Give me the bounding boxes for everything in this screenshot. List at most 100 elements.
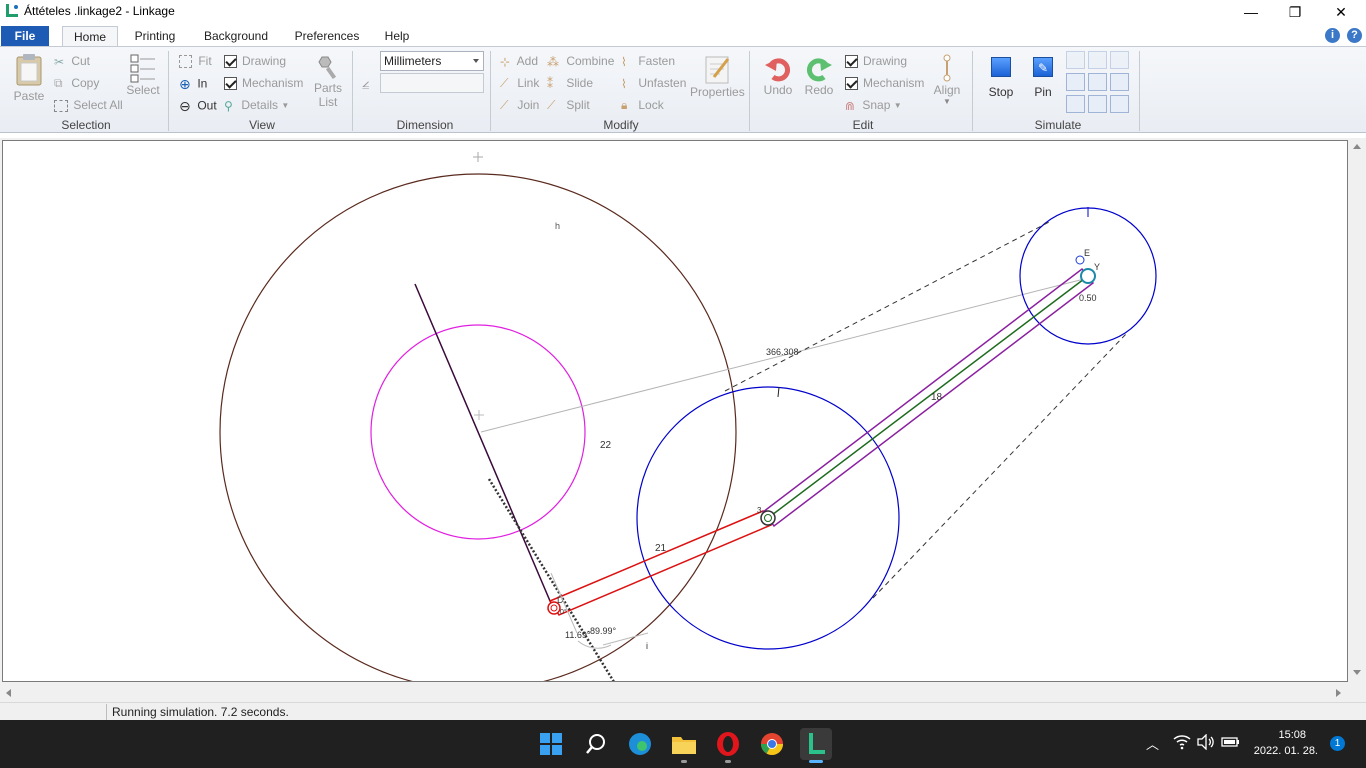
modify-group-label: Modify xyxy=(603,118,639,132)
snap-dropdown[interactable]: ⋒ Snap ▼ xyxy=(845,98,902,113)
edit-drawing-checkbox[interactable] xyxy=(845,55,858,69)
view-drawing-checkbox[interactable] xyxy=(224,55,237,69)
linkage-app-icon xyxy=(6,4,18,17)
large-gear-circle[interactable] xyxy=(219,173,737,682)
redo-button[interactable]: Redo xyxy=(801,53,837,97)
minimize-button[interactable]: — xyxy=(1228,0,1274,24)
tab-preferences[interactable]: Preferences xyxy=(288,26,366,47)
status-bar: Running simulation. 7.2 seconds. xyxy=(0,702,1366,720)
split-icon: ⟋ xyxy=(547,98,556,113)
tab-help[interactable]: Help xyxy=(376,26,418,47)
undo-button[interactable]: Undo xyxy=(760,53,796,97)
fasten-button[interactable]: ⌇ Fasten xyxy=(621,54,675,69)
link-18[interactable] xyxy=(761,267,1095,528)
connector-middle[interactable] xyxy=(760,510,776,526)
details-dropdown[interactable]: ⚲ Details ▼ xyxy=(224,98,289,113)
paste-button[interactable]: Paste xyxy=(10,53,48,103)
search-button[interactable] xyxy=(580,728,612,760)
tab-home[interactable]: Home xyxy=(62,26,118,47)
taskbar-chrome[interactable] xyxy=(756,728,788,760)
cut-button[interactable]: ✂ Cut xyxy=(54,54,90,69)
add-label: Add xyxy=(516,54,539,68)
pin-icon: ✎ xyxy=(1033,57,1053,77)
horizontal-scrollbar[interactable] xyxy=(0,685,1349,702)
split-label: Split xyxy=(566,98,590,112)
link-21[interactable] xyxy=(548,510,773,616)
restore-button[interactable]: ❐ xyxy=(1272,0,1318,24)
tab-printing[interactable]: Printing xyxy=(124,26,186,47)
taskbar-file-explorer[interactable] xyxy=(668,728,700,760)
notification-badge[interactable]: 1 xyxy=(1330,736,1345,751)
select-button[interactable]: Select xyxy=(126,53,160,97)
clock-date[interactable]: 2022. 01. 28. xyxy=(1254,745,1318,757)
dimension-value-input[interactable] xyxy=(380,73,484,93)
combine-icon: ⁂ xyxy=(547,54,559,69)
tab-file[interactable]: File xyxy=(1,26,49,47)
zoom-out-button[interactable]: ⊖ Out xyxy=(179,98,217,115)
rotate-right-icon[interactable] xyxy=(1088,73,1107,91)
edit-mechanism-toggle[interactable]: Mechanism xyxy=(845,76,924,91)
wifi-icon[interactable] xyxy=(1173,734,1191,750)
scroll-right-icon[interactable] xyxy=(1336,689,1341,697)
run-fast-icon[interactable] xyxy=(1066,51,1085,69)
skip-back-icon[interactable] xyxy=(1066,95,1085,113)
stop-button[interactable]: Stop xyxy=(984,57,1018,99)
link-button[interactable]: ⟋ Link xyxy=(500,76,539,91)
parts-list-button[interactable]: Parts List xyxy=(310,53,346,109)
bolts-icon xyxy=(318,56,337,80)
connector-output[interactable] xyxy=(1080,268,1096,284)
combine-button[interactable]: ⁂ Combine xyxy=(547,54,614,69)
anchor-e[interactable] xyxy=(1075,255,1085,265)
taskbar-linkage[interactable] xyxy=(800,728,832,760)
view-drawing-toggle[interactable]: Drawing xyxy=(224,54,286,69)
units-select[interactable]: Millimeters xyxy=(380,51,484,71)
close-button[interactable]: ✕ xyxy=(1318,0,1364,24)
skip-forward-icon[interactable] xyxy=(1110,95,1129,113)
cursor-icon[interactable] xyxy=(1088,51,1107,69)
clock-time[interactable]: 15:08 xyxy=(1278,729,1306,741)
play-icon[interactable] xyxy=(1088,95,1107,113)
status-divider xyxy=(106,704,107,720)
crank-line[interactable] xyxy=(414,283,554,609)
align-button[interactable]: Align ▼ xyxy=(930,53,964,106)
rotate-left-icon[interactable] xyxy=(1066,73,1085,91)
start-button[interactable] xyxy=(535,728,567,760)
fit-button[interactable]: Fit xyxy=(179,54,212,69)
zoom-in-button[interactable]: ⊕ In xyxy=(179,76,207,93)
edit-drawing-toggle[interactable]: Drawing xyxy=(845,54,907,69)
cut-label: Cut xyxy=(71,54,91,68)
taskbar-opera[interactable] xyxy=(712,728,744,760)
taskbar-edge[interactable] xyxy=(624,728,656,760)
fast-forward-icon[interactable] xyxy=(1110,73,1129,91)
scroll-left-icon[interactable] xyxy=(6,689,11,697)
slide-label: Slide xyxy=(566,76,594,90)
lock-button[interactable]: 🔒︎ Lock xyxy=(621,98,664,113)
folder-icon xyxy=(672,737,696,754)
label-link-green: 18 xyxy=(931,392,943,403)
unfasten-button[interactable]: ⌇ Unfasten xyxy=(621,76,686,91)
chevron-up-icon[interactable]: ︿ xyxy=(1146,734,1159,753)
volume-icon[interactable] xyxy=(1197,734,1215,750)
battery-icon[interactable] xyxy=(1221,734,1241,750)
pin-button[interactable]: ✎ Pin xyxy=(1026,57,1060,99)
linkage-canvas[interactable]: h 22 21 18 366.308 E Y 0.50 11.69° -89.9… xyxy=(2,140,1348,682)
scroll-up-icon[interactable] xyxy=(1353,144,1361,149)
add-button[interactable]: ⊹ Add xyxy=(500,54,538,69)
slide-button[interactable]: ⁑ Slide xyxy=(547,76,593,91)
copy-button[interactable]: ⧉ Copy xyxy=(54,76,99,91)
help-icon[interactable]: ? xyxy=(1347,28,1362,43)
timer-icon[interactable] xyxy=(1110,51,1129,69)
properties-button[interactable]: Properties xyxy=(690,53,745,99)
undo-label: Undo xyxy=(763,83,793,97)
split-button[interactable]: ⟋ Split xyxy=(547,98,590,113)
view-mechanism-checkbox[interactable] xyxy=(224,77,237,91)
edit-mechanism-checkbox[interactable] xyxy=(845,77,858,91)
select-all-button[interactable]: Select All xyxy=(54,98,123,112)
scroll-down-icon[interactable] xyxy=(1353,670,1361,675)
vertical-scrollbar[interactable] xyxy=(1349,138,1366,685)
view-mechanism-toggle[interactable]: Mechanism xyxy=(224,76,303,91)
redo-arrow-icon xyxy=(807,58,832,82)
join-button[interactable]: ⟋ Join xyxy=(500,98,539,113)
tab-background[interactable]: Background xyxy=(196,26,276,47)
info-icon[interactable]: i xyxy=(1325,28,1340,43)
